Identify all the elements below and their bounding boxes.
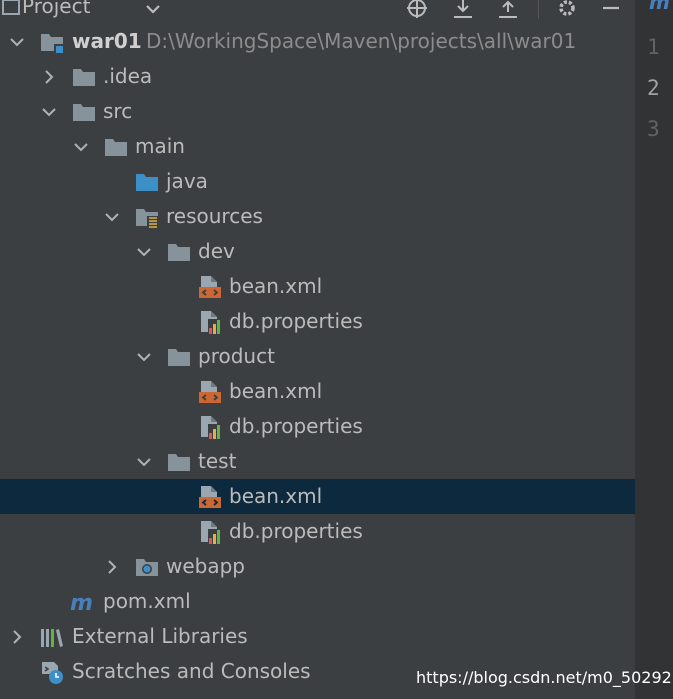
file-label: db.properties [229,519,363,543]
header-separator [538,0,539,19]
folder-label: test [198,449,237,473]
folder-label: dev [198,239,235,263]
gear-icon[interactable] [556,0,578,19]
folder-label: .idea [103,64,153,88]
folder-icon [73,69,95,86]
folder-label: product [198,344,275,368]
project-view-title[interactable]: Project [22,0,90,18]
web-folder-icon [136,559,158,576]
node-label: Scratches and Consoles [72,659,311,683]
locate-file-icon[interactable] [406,0,428,19]
chevron-down-icon[interactable] [8,33,26,51]
tree-row-resources[interactable]: resources [0,199,635,234]
line-number-current: 2 [647,76,660,100]
library-icon [41,629,63,647]
hide-panel-icon[interactable] [600,0,622,19]
line-number: 1 [647,35,660,59]
chevron-down-icon[interactable] [135,243,153,261]
xml-file-icon [199,381,221,403]
xml-file-icon [199,486,221,508]
tree-row-test[interactable]: test [0,444,635,479]
chevron-down-icon[interactable] [40,103,58,121]
chevron-right-icon[interactable] [8,628,26,646]
node-label: External Libraries [72,624,248,648]
tree-row-file[interactable]: db.properties [0,514,635,549]
properties-file-icon [201,521,222,544]
scratches-icon [42,662,63,684]
folder-icon [105,139,127,156]
tree-row-dev[interactable]: dev [0,234,635,269]
tree-row-pom[interactable]: m pom.xml [0,584,635,619]
module-folder-icon [41,34,63,53]
tree-row-file-selected[interactable]: bean.xml [0,479,635,514]
tree-row-src[interactable]: src [0,94,635,129]
maven-icon: m [70,591,93,614]
tree-row-idea[interactable]: .idea [0,59,635,94]
tree-row-file[interactable]: db.properties [0,304,635,339]
folder-icon [168,244,190,261]
chevron-down-icon[interactable] [135,348,153,366]
project-view-icon [2,0,20,15]
watermark-text: https://blog.csdn.net/m0_50292871 [416,668,673,687]
tree-row-product[interactable]: product [0,339,635,374]
file-label: db.properties [229,414,363,438]
folder-icon [168,454,190,471]
file-label: bean.xml [229,379,323,403]
module-name: war01 [72,29,142,53]
tree-row-java[interactable]: java [0,164,635,199]
project-panel-header: Project [0,0,635,19]
chevron-down-icon[interactable] [72,138,90,156]
file-label: db.properties [229,309,363,333]
folder-label: src [103,99,133,123]
svg-text:m: m [70,591,93,614]
chevron-down-icon[interactable] [135,453,153,471]
folder-icon [73,104,95,121]
folder-label: main [135,134,185,158]
resources-folder-icon [136,209,158,228]
tree-row-file[interactable]: bean.xml [0,269,635,304]
collapse-all-icon[interactable] [497,0,519,19]
tree-row-main[interactable]: main [0,129,635,164]
properties-file-icon [201,416,222,439]
properties-file-icon [201,311,222,334]
file-label: bean.xml [229,484,323,508]
tree-row-file[interactable]: bean.xml [0,374,635,409]
source-folder-icon [136,174,158,191]
tree-row-war01[interactable]: war01 D:\WorkingSpace\Maven\projects\all… [0,24,635,59]
project-tool-window: Project war01 D:\WorkingSpace\Maven\proj… [0,0,635,699]
folder-label: resources [166,204,263,228]
editor-gutter: m 1 2 3 [635,0,673,699]
folder-label: java [166,169,208,193]
expand-all-icon[interactable] [452,0,474,19]
folder-label: webapp [166,554,246,578]
chevron-right-icon[interactable] [103,558,121,576]
tree-row-webapp[interactable]: webapp [0,549,635,584]
file-label: bean.xml [229,274,323,298]
line-number: 3 [647,117,660,141]
chevron-down-icon[interactable] [143,0,163,19]
chevron-down-icon[interactable] [103,208,121,226]
chevron-right-icon[interactable] [40,68,58,86]
maven-editor-tab-icon[interactable]: m [649,0,670,14]
file-label: pom.xml [103,589,191,613]
tree-row-external-libraries[interactable]: External Libraries [0,619,635,654]
module-path: D:\WorkingSpace\Maven\projects\all\war01 [146,29,577,53]
xml-file-icon [199,276,221,298]
tree-row-file[interactable]: db.properties [0,409,635,444]
folder-icon [168,349,190,366]
